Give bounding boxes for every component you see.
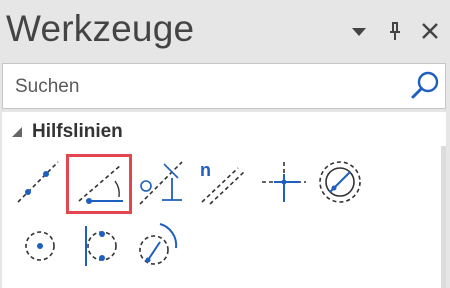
circle-with-diameter-icon[interactable] xyxy=(316,158,364,206)
line-at-angle-icon[interactable] xyxy=(66,154,132,214)
title-bar: Werkzeuge xyxy=(0,0,450,62)
search-input[interactable] xyxy=(13,72,397,102)
circle-tangent-line-icon[interactable] xyxy=(74,222,122,270)
tools-panel: Hilfslinien n xyxy=(2,112,446,288)
circle-center-icon[interactable] xyxy=(16,222,64,270)
svg-text:n: n xyxy=(200,160,211,180)
panel-title: Werkzeuge xyxy=(6,8,195,49)
parallel-line-icon[interactable]: n xyxy=(198,158,246,206)
dropdown-icon[interactable] xyxy=(348,18,370,44)
search-icon[interactable] xyxy=(407,68,443,104)
perpendicular-line-icon[interactable] xyxy=(138,158,186,206)
pin-icon[interactable] xyxy=(384,18,406,44)
collapse-triangle-icon xyxy=(12,127,22,137)
search-box xyxy=(2,63,446,109)
section-title: Hilfslinien xyxy=(32,121,123,142)
crosshair-point-icon[interactable] xyxy=(260,158,308,206)
circle-tangent-arc-icon[interactable] xyxy=(132,222,180,270)
close-icon[interactable] xyxy=(419,18,441,44)
section-header-hilfslinien[interactable]: Hilfslinien xyxy=(10,120,123,144)
scrollbar[interactable] xyxy=(441,146,446,288)
line-through-two-points-icon[interactable] xyxy=(14,158,62,206)
